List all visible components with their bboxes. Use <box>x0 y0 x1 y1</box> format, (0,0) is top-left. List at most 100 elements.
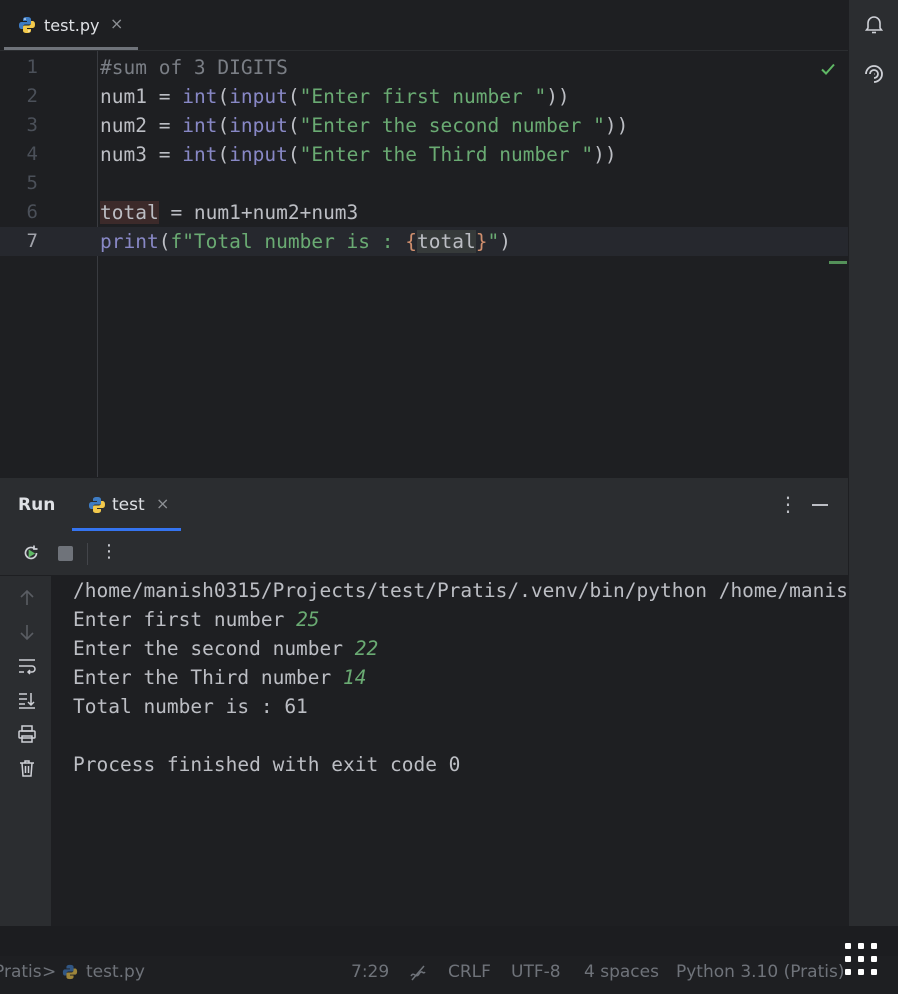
code-variable-highlighted: total <box>100 201 159 224</box>
line-ending[interactable]: CRLF <box>448 962 491 982</box>
line-number: 7 <box>26 230 38 252</box>
python-icon <box>18 16 36 38</box>
editor-tab-bar: test.py × <box>0 0 848 51</box>
code-builtin: int <box>182 114 218 137</box>
soft-wrap-icon[interactable] <box>17 656 37 676</box>
code-line: 2 num1 = int(input("Enter first number "… <box>0 82 848 111</box>
right-tool-strip <box>848 0 898 926</box>
run-toolbar: ⋮ <box>0 531 848 576</box>
run-side-toolbar <box>0 576 52 926</box>
print-icon[interactable] <box>17 724 37 744</box>
caret-position[interactable]: 7:29 <box>351 962 389 982</box>
line-number: 6 <box>26 201 38 223</box>
code-paren: ( <box>287 114 300 137</box>
code-builtin: int <box>182 85 218 108</box>
code-line: 4 num3 = int(input("Enter the Third numb… <box>0 140 848 169</box>
editor-tab-test-py[interactable]: test.py × <box>4 0 138 50</box>
run-panel-options-button[interactable]: ⋮ <box>778 492 798 516</box>
run-panel-title: Run <box>18 495 56 515</box>
code-paren: ( <box>217 114 230 137</box>
code-builtin: int <box>182 143 218 166</box>
python-icon <box>88 496 106 518</box>
code-operator: = <box>146 143 183 166</box>
code-variable-highlighted: total <box>417 230 476 253</box>
editor-tab-close-button[interactable]: × <box>110 14 123 33</box>
code-operator: = <box>146 85 183 108</box>
code-fstring: f"Total number is : <box>170 230 406 253</box>
console-line: Enter the second number 22 <box>73 634 378 663</box>
active-tab-indicator <box>4 47 138 50</box>
code-expression: = num1+num2+num3 <box>158 201 359 224</box>
code-line: 1 #sum of 3 DIGITS <box>0 53 848 82</box>
python-icon <box>62 964 78 985</box>
run-console-output[interactable]: /home/manish0315/Projects/test/Pratis/.v… <box>52 576 848 926</box>
status-bar-overlay <box>0 926 898 956</box>
scroll-down-icon[interactable] <box>17 622 37 642</box>
code-paren: ( <box>287 85 300 108</box>
run-tab-test[interactable]: test × <box>72 478 181 531</box>
line-number: 4 <box>26 143 38 165</box>
code-paren: ( <box>217 143 230 166</box>
console-command-line: /home/manish0315/Projects/test/Pratis/.v… <box>73 579 848 602</box>
code-brace: } <box>475 230 488 253</box>
code-paren: )) <box>604 114 629 137</box>
console-user-input: 25 <box>296 608 320 631</box>
code-paren: ( <box>217 85 230 108</box>
code-line: 3 num2 = int(input("Enter the second num… <box>0 111 848 140</box>
code-variable: num3 <box>100 143 147 166</box>
run-tab-close-button[interactable]: × <box>156 494 169 513</box>
code-paren: ( <box>158 230 171 253</box>
console-prompt: Enter the Third number <box>73 666 344 689</box>
breadcrumb-file[interactable]: test.py <box>86 962 145 982</box>
code-line: 5 <box>0 169 848 198</box>
app-grid-icon[interactable] <box>844 942 878 976</box>
indent-setting[interactable]: 4 spaces <box>584 962 659 982</box>
scroll-to-end-icon[interactable] <box>17 690 37 710</box>
code-variable: num1 <box>100 85 147 108</box>
console-line: Enter the Third number 14 <box>73 663 367 692</box>
console-result-line: Total number is : 61 <box>73 695 308 718</box>
hide-panel-button[interactable] <box>812 504 828 506</box>
code-builtin: input <box>229 85 288 108</box>
breadcrumb-separator: > <box>42 962 57 982</box>
line-number: 3 <box>26 114 38 136</box>
breadcrumb-project[interactable]: Pratis <box>0 962 42 982</box>
ai-assistant-swirl-icon[interactable] <box>862 62 886 86</box>
more-actions-button[interactable]: ⋮ <box>100 541 120 562</box>
code-paren: ( <box>287 143 300 166</box>
trash-icon[interactable] <box>17 758 37 778</box>
editor-tab-label: test.py <box>44 16 100 35</box>
code-variable: num2 <box>100 114 147 137</box>
code-brace: { <box>405 230 418 253</box>
code-comment: #sum of 3 DIGITS <box>100 56 288 79</box>
console-prompt: Enter the second number <box>73 637 355 660</box>
code-editor[interactable]: 1 #sum of 3 DIGITS 2 num1 = int(input("E… <box>0 51 848 477</box>
code-paren: )) <box>593 143 617 166</box>
stop-icon[interactable] <box>56 543 76 563</box>
console-user-input: 22 <box>354 637 379 660</box>
change-marker <box>829 261 847 264</box>
code-paren: ) <box>499 230 511 253</box>
run-panel-header: Run test × ⋮ <box>0 477 848 532</box>
toolbar-separator <box>87 543 88 565</box>
console-user-input: 14 <box>343 666 367 689</box>
code-builtin: input <box>229 143 288 166</box>
run-tab-label: test <box>112 495 145 515</box>
console-exit-line: Process finished with exit code 0 <box>73 753 461 776</box>
console-prompt: Enter first number <box>73 608 297 631</box>
python-interpreter[interactable]: Python 3.10 (Pratis) <box>676 962 844 982</box>
console-line: Enter first number 25 <box>73 605 320 634</box>
file-encoding[interactable]: UTF-8 <box>511 962 561 982</box>
code-string: "Enter the Third number " <box>299 143 594 166</box>
scroll-up-icon[interactable] <box>17 588 37 608</box>
no-inspections-icon[interactable] <box>409 964 427 987</box>
line-number: 5 <box>26 172 38 194</box>
code-paren: )) <box>546 85 570 108</box>
line-number: 1 <box>26 56 38 78</box>
code-fstring: " <box>487 230 500 253</box>
code-builtin: print <box>100 230 159 253</box>
notifications-bell-icon[interactable] <box>862 12 886 36</box>
rerun-icon[interactable] <box>21 543 41 563</box>
code-line-current: 7 print(f"Total number is : {total}") <box>0 227 848 256</box>
code-line: 6 total = num1+num2+num3 <box>0 198 848 227</box>
